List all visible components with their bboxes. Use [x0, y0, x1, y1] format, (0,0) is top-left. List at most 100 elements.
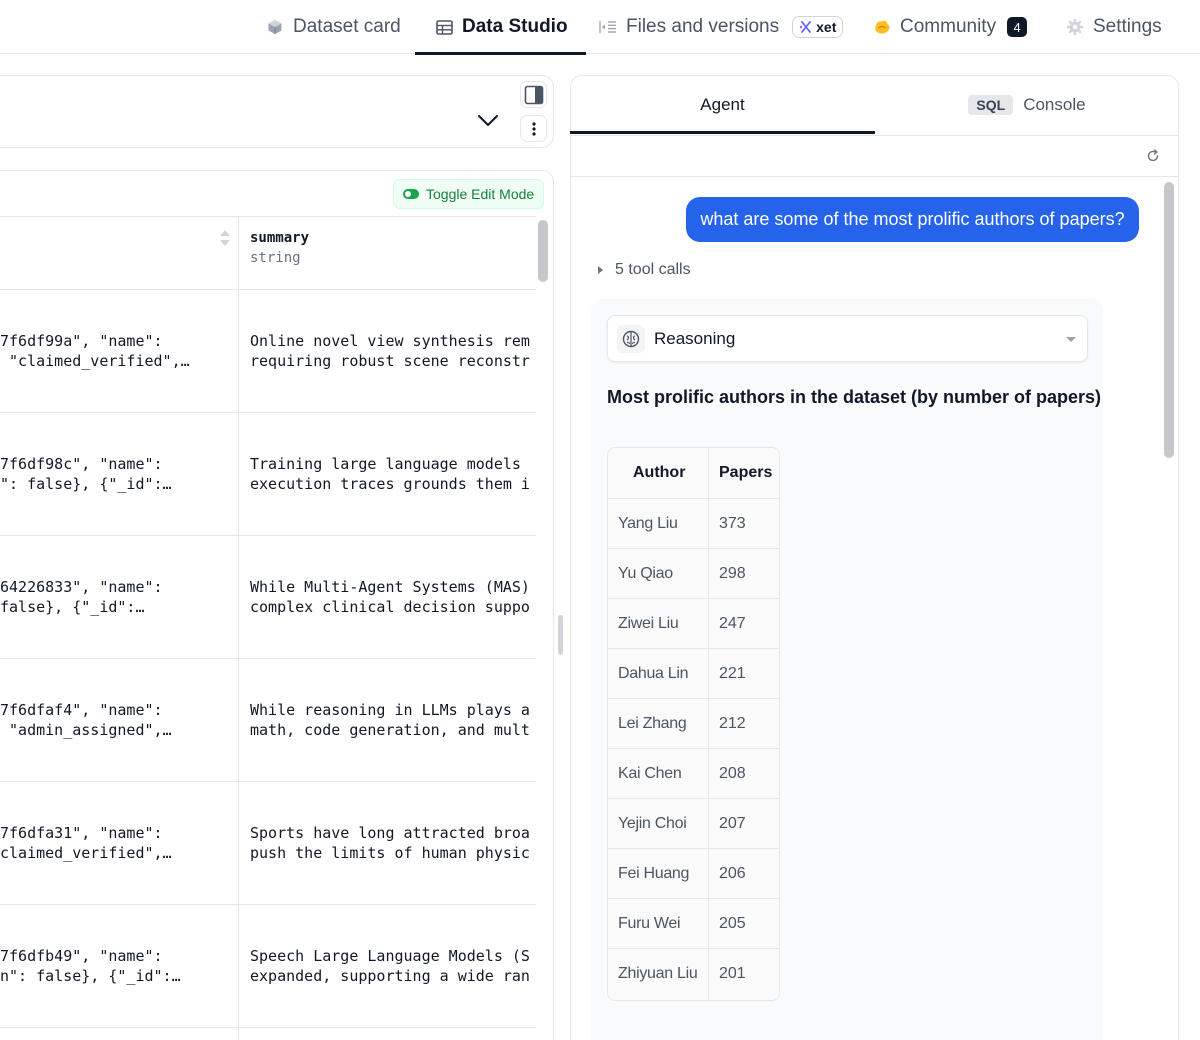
cell-summary: Sports have long attracted broa push the … — [250, 824, 530, 862]
cell-authors: 7f6df99a", "name": "claimed_verified",… — [0, 332, 190, 370]
table-row: Yu Qiao 298 — [608, 548, 779, 598]
table-row: Zhiyuan Liu 201 — [608, 948, 779, 998]
expand-caret-icon — [598, 266, 603, 274]
tab-community[interactable]: Community 4 — [873, 0, 1028, 54]
tab-sql-console[interactable]: SQL Console — [875, 75, 1179, 135]
top-navigation: Dataset card Data Studio Files and versi… — [0, 0, 1200, 55]
author-name: Lei Zhang — [618, 715, 687, 732]
xet-badge: xet — [792, 16, 844, 38]
cell-authors: 7f6df98c", "name": ": false}, {"_id":… — [0, 455, 172, 493]
header-papers: Papers — [719, 464, 773, 481]
tab-data-studio[interactable]: Data Studio — [415, 0, 586, 55]
author-name: Furu Wei — [618, 915, 681, 932]
paper-count: 205 — [719, 915, 746, 932]
header-author: Author — [633, 464, 686, 481]
chevron-down-icon — [1066, 337, 1076, 342]
paper-count: 208 — [719, 765, 746, 782]
tab-label: Dataset card — [293, 16, 401, 37]
column-type: string — [250, 250, 301, 266]
files-icon — [599, 18, 617, 36]
active-tab-indicator — [570, 131, 875, 134]
sidebar-panel-icon — [524, 85, 543, 104]
gear-icon — [1066, 18, 1084, 36]
table-row[interactable]: 7f6dfaf4", "name": "admin_assigned",… Wh… — [0, 659, 536, 782]
cube-icon — [266, 18, 284, 36]
author-name: Kai Chen — [618, 765, 682, 782]
sql-badge: SQL — [968, 95, 1014, 115]
toggle-switch-icon — [403, 189, 419, 199]
more-vertical-icon — [531, 121, 536, 136]
cell-authors: 7f6dfa31", "name": claimed_verified",… — [0, 824, 172, 862]
table-row[interactable]: 7f6dfb49", "name": n": false}, {"_id":… S… — [0, 905, 536, 1028]
table-row: Fei Huang 206 — [608, 848, 779, 898]
author-name: Yu Qiao — [618, 565, 673, 582]
table-row[interactable]: 64226833", "name": false}, {"_id":… While… — [0, 536, 536, 659]
paper-count: 206 — [719, 865, 746, 882]
cell-authors: 7f6dfb49", "name": n": false}, {"_id":… — [0, 947, 181, 985]
cell-summary: While reasoning in LLMs plays a math, cod… — [250, 701, 530, 739]
paper-count: 298 — [719, 565, 746, 582]
cell-summary: While Multi-Agent Systems (MAS) complex c… — [250, 578, 530, 616]
author-name: Yang Liu — [618, 515, 678, 532]
tab-agent[interactable]: Agent — [570, 75, 875, 135]
tab-settings[interactable]: Settings — [1066, 0, 1162, 54]
table-row[interactable]: 7f6df99a", "name": "claimed_verified",… … — [0, 290, 536, 413]
more-options-button[interactable] — [520, 115, 547, 142]
community-icon — [873, 18, 891, 36]
author-name: Fei Huang — [618, 865, 690, 882]
tab-files-and-versions[interactable]: Files and versions xet — [599, 0, 844, 54]
tab-label: Community — [900, 16, 997, 37]
toggle-sidebar-button[interactable] — [520, 81, 547, 108]
tab-label: Files and versions — [626, 16, 780, 37]
query-selector-panel — [0, 75, 554, 148]
cell-summary: Speech Large Language Models (S expanded,… — [250, 947, 530, 985]
user-message-bubble: what are some of the most prolific autho… — [686, 197, 1139, 242]
paper-count: 247 — [719, 615, 746, 632]
paper-count: 212 — [719, 715, 746, 732]
toggle-edit-mode-button[interactable]: Toggle Edit Mode — [393, 179, 545, 209]
paper-count: 207 — [719, 815, 746, 832]
table-row: Dahua Lin 221 — [608, 648, 779, 698]
paper-count: 373 — [719, 515, 746, 532]
cell-summary: Training large language models execution… — [250, 455, 530, 493]
sort-icon[interactable] — [219, 229, 231, 247]
authors-table-header: Author Papers — [608, 448, 779, 498]
author-name: Zhiyuan Liu — [618, 965, 698, 982]
table-row: Yejin Choi 207 — [608, 798, 779, 848]
cell-authors: 64226833", "name": false}, {"_id":… — [0, 578, 163, 616]
paper-count: 221 — [719, 665, 746, 682]
column-divider — [238, 216, 239, 1040]
table-row: Kai Chen 208 — [608, 748, 779, 798]
table-icon — [435, 18, 453, 36]
table-row[interactable]: 7f6df98c", "name": ": false}, {"_id":… Tr… — [0, 413, 536, 536]
table-row: Furu Wei 205 — [608, 898, 779, 948]
column-divider — [708, 448, 709, 1000]
xet-icon — [799, 21, 812, 33]
tab-label: Settings — [1093, 16, 1162, 37]
table-scrollbar[interactable] — [538, 220, 548, 282]
tab-label: Data Studio — [462, 16, 568, 37]
refresh-icon[interactable] — [1146, 149, 1160, 163]
author-name: Ziwei Liu — [618, 615, 679, 632]
table-row: Lei Zhang 212 — [608, 698, 779, 748]
agent-scrollbar[interactable] — [1164, 182, 1174, 458]
answer-heading: Most prolific authors in the dataset (by… — [607, 387, 1102, 407]
brain-icon — [617, 325, 645, 353]
column-name-summary[interactable]: summary — [250, 230, 309, 246]
community-count-badge: 4 — [1007, 17, 1028, 37]
author-name: Dahua Lin — [618, 665, 689, 682]
tab-dataset-card[interactable]: Dataset card — [266, 0, 401, 54]
paper-count: 201 — [719, 965, 746, 982]
cell-authors: 7f6dfaf4", "name": "admin_assigned",… — [0, 701, 172, 739]
table-row: Yang Liu 373 — [608, 498, 779, 548]
reasoning-dropdown[interactable]: Reasoning — [607, 315, 1088, 362]
toolbar-divider — [571, 176, 1178, 177]
cell-summary: Online novel view synthesis rem requiring… — [250, 332, 530, 370]
tool-calls-toggle[interactable]: 5 tool calls — [598, 261, 691, 279]
table-row[interactable]: 7f6dfa31", "name": claimed_verified",… Sp… — [0, 782, 536, 905]
author-name: Yejin Choi — [618, 815, 687, 832]
chevron-down-icon[interactable] — [477, 114, 499, 128]
panel-resize-handle[interactable] — [558, 615, 563, 655]
table-row: Ziwei Liu 247 — [608, 598, 779, 648]
authors-table: Author Papers Yang Liu 373 Yu Qiao 298 Ziw… — [607, 447, 780, 1001]
